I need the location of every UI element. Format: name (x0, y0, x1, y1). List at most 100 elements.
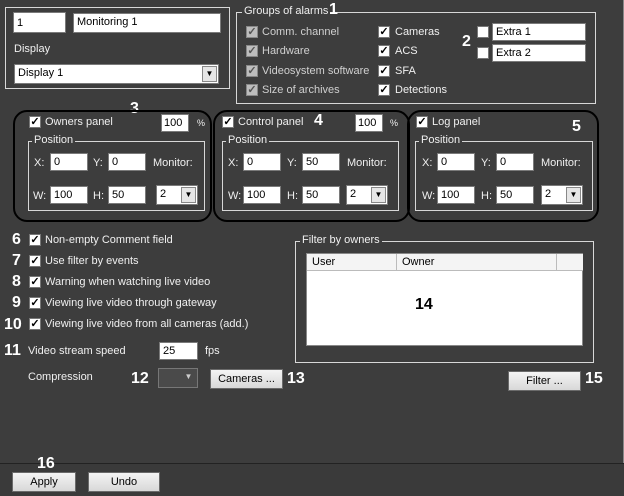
apply-button[interactable]: Apply (12, 472, 76, 492)
owners-y-label: Y: (93, 157, 103, 169)
control-y-field[interactable]: 50 (302, 153, 340, 171)
owners-monitor-label: Monitor: (153, 157, 193, 169)
owners-w-label: W: (33, 190, 47, 202)
display-label: Display (14, 43, 51, 55)
log-w-field[interactable]: 100 (437, 186, 475, 204)
control-w-field[interactable]: 100 (243, 186, 281, 204)
label-live-video-all-cameras: Viewing live video from all cameras (add… (45, 318, 249, 330)
id-field[interactable]: 1 (13, 12, 66, 33)
log-monitor-select[interactable]: 2 ▼ (541, 185, 583, 205)
checkbox-detections[interactable]: ✓ (378, 84, 390, 96)
monitoring-settings-panel: 1 Monitoring 1 Display Display 1 ▼ Group… (0, 0, 624, 496)
checkbox-control-panel[interactable]: ✓ (222, 116, 234, 128)
filter-button[interactable]: Filter ... (508, 371, 581, 391)
label-warning-live-video: Warning when watching live video (45, 276, 211, 288)
log-x-field[interactable]: 0 (437, 153, 475, 171)
checkbox-warning-live-video[interactable]: ✓ (29, 276, 41, 288)
column-header-user[interactable]: User (307, 254, 397, 271)
column-header-filler (557, 254, 583, 271)
checkbox-extra-1[interactable] (477, 26, 489, 38)
callout-2: 2 (462, 33, 471, 50)
chevron-down-icon: ▼ (181, 370, 196, 386)
chevron-down-icon: ▼ (566, 187, 581, 203)
name-field[interactable]: Monitoring 1 (73, 13, 221, 33)
log-position-legend: Position (419, 134, 463, 146)
callout-10: 10 (4, 316, 22, 333)
checkbox-comm-channel[interactable]: ✓ (246, 26, 258, 38)
video-stream-speed-label: Video stream speed (28, 345, 126, 357)
extra-2-field[interactable]: Extra 2 (492, 44, 586, 62)
label-comm-channel: Comm. channel (262, 26, 340, 38)
callout-13: 13 (287, 370, 305, 387)
compression-select[interactable]: ▼ (158, 368, 198, 388)
checkbox-sfa[interactable]: ✓ (378, 65, 390, 77)
callout-9: 9 (12, 294, 21, 311)
cameras-button[interactable]: Cameras ... (210, 369, 283, 389)
display-select-value: Display 1 (18, 67, 64, 79)
checkbox-live-video-gateway[interactable]: ✓ (29, 297, 41, 309)
control-h-field[interactable]: 50 (302, 186, 340, 204)
checkbox-size-of-archives[interactable]: ✓ (246, 84, 258, 96)
owners-w-field[interactable]: 100 (50, 186, 88, 204)
control-panel-percent-unit: % (390, 118, 399, 128)
label-videosystem-software: Videosystem software (262, 65, 370, 77)
control-position-legend: Position (226, 134, 270, 146)
checkbox-acs[interactable]: ✓ (378, 45, 390, 57)
log-w-label: W: (422, 190, 436, 202)
undo-button[interactable]: Undo (88, 472, 160, 492)
checkbox-cameras[interactable]: ✓ (378, 26, 390, 38)
checkbox-owners-panel[interactable]: ✓ (29, 116, 41, 128)
callout-16: 16 (37, 455, 55, 472)
label-live-video-gateway: Viewing live video through gateway (45, 297, 217, 309)
owners-x-label: X: (34, 157, 45, 169)
owners-table[interactable]: User Owner 14 (306, 253, 583, 346)
owners-panel-percent-unit: % (197, 118, 206, 128)
control-x-field[interactable]: 0 (243, 153, 281, 171)
extra-1-field[interactable]: Extra 1 (492, 23, 586, 41)
control-w-label: W: (228, 190, 242, 202)
groups-of-alarms-legend: Groups of alarms (242, 5, 331, 17)
filter-by-owners-legend: Filter by owners (300, 234, 382, 246)
owners-h-field[interactable]: 50 (108, 186, 146, 204)
log-panel-label: Log panel (432, 116, 481, 128)
checkbox-hardware[interactable]: ✓ (246, 45, 258, 57)
checkbox-non-empty-comment[interactable]: ✓ (29, 234, 41, 246)
callout-15: 15 (585, 370, 603, 387)
checkbox-extra-2[interactable] (477, 47, 489, 59)
owners-panel-percent[interactable]: 100 (161, 114, 189, 132)
log-y-field[interactable]: 0 (496, 153, 534, 171)
video-stream-speed-unit: fps (205, 345, 220, 357)
label-use-filter-by-events: Use filter by events (45, 255, 139, 267)
display-select[interactable]: Display 1 ▼ (14, 64, 219, 84)
log-h-field[interactable]: 50 (496, 186, 534, 204)
owners-monitor-select[interactable]: 2 ▼ (156, 185, 198, 205)
chevron-down-icon: ▼ (181, 187, 196, 203)
callout-6: 6 (12, 231, 21, 248)
video-stream-speed-field[interactable]: 25 (159, 342, 198, 360)
control-panel-percent[interactable]: 100 (355, 114, 383, 132)
checkbox-videosystem-software[interactable]: ✓ (246, 65, 258, 77)
control-h-label: H: (287, 190, 298, 202)
checkbox-log-panel[interactable]: ✓ (416, 116, 428, 128)
chevron-down-icon: ▼ (202, 66, 217, 82)
owners-h-label: H: (93, 190, 104, 202)
label-detections: Detections (395, 84, 447, 96)
owners-y-field[interactable]: 0 (108, 153, 146, 171)
checkbox-live-video-all-cameras[interactable]: ✓ (29, 318, 41, 330)
label-size-of-archives: Size of archives (262, 84, 340, 96)
column-header-owner[interactable]: Owner (397, 254, 557, 271)
callout-14: 14 (415, 296, 433, 313)
label-non-empty-comment: Non-empty Comment field (45, 234, 173, 246)
compression-label: Compression (28, 371, 93, 383)
control-y-label: Y: (287, 157, 297, 169)
checkbox-use-filter-by-events[interactable]: ✓ (29, 255, 41, 267)
owners-x-field[interactable]: 0 (50, 153, 88, 171)
log-h-label: H: (481, 190, 492, 202)
log-y-label: Y: (481, 157, 491, 169)
chevron-down-icon: ▼ (371, 187, 386, 203)
callout-1: 1 (329, 1, 338, 18)
owners-position-legend: Position (32, 134, 76, 146)
callout-8: 8 (12, 273, 21, 290)
control-monitor-select[interactable]: 2 ▼ (346, 185, 388, 205)
control-panel-label: Control panel (238, 116, 304, 128)
